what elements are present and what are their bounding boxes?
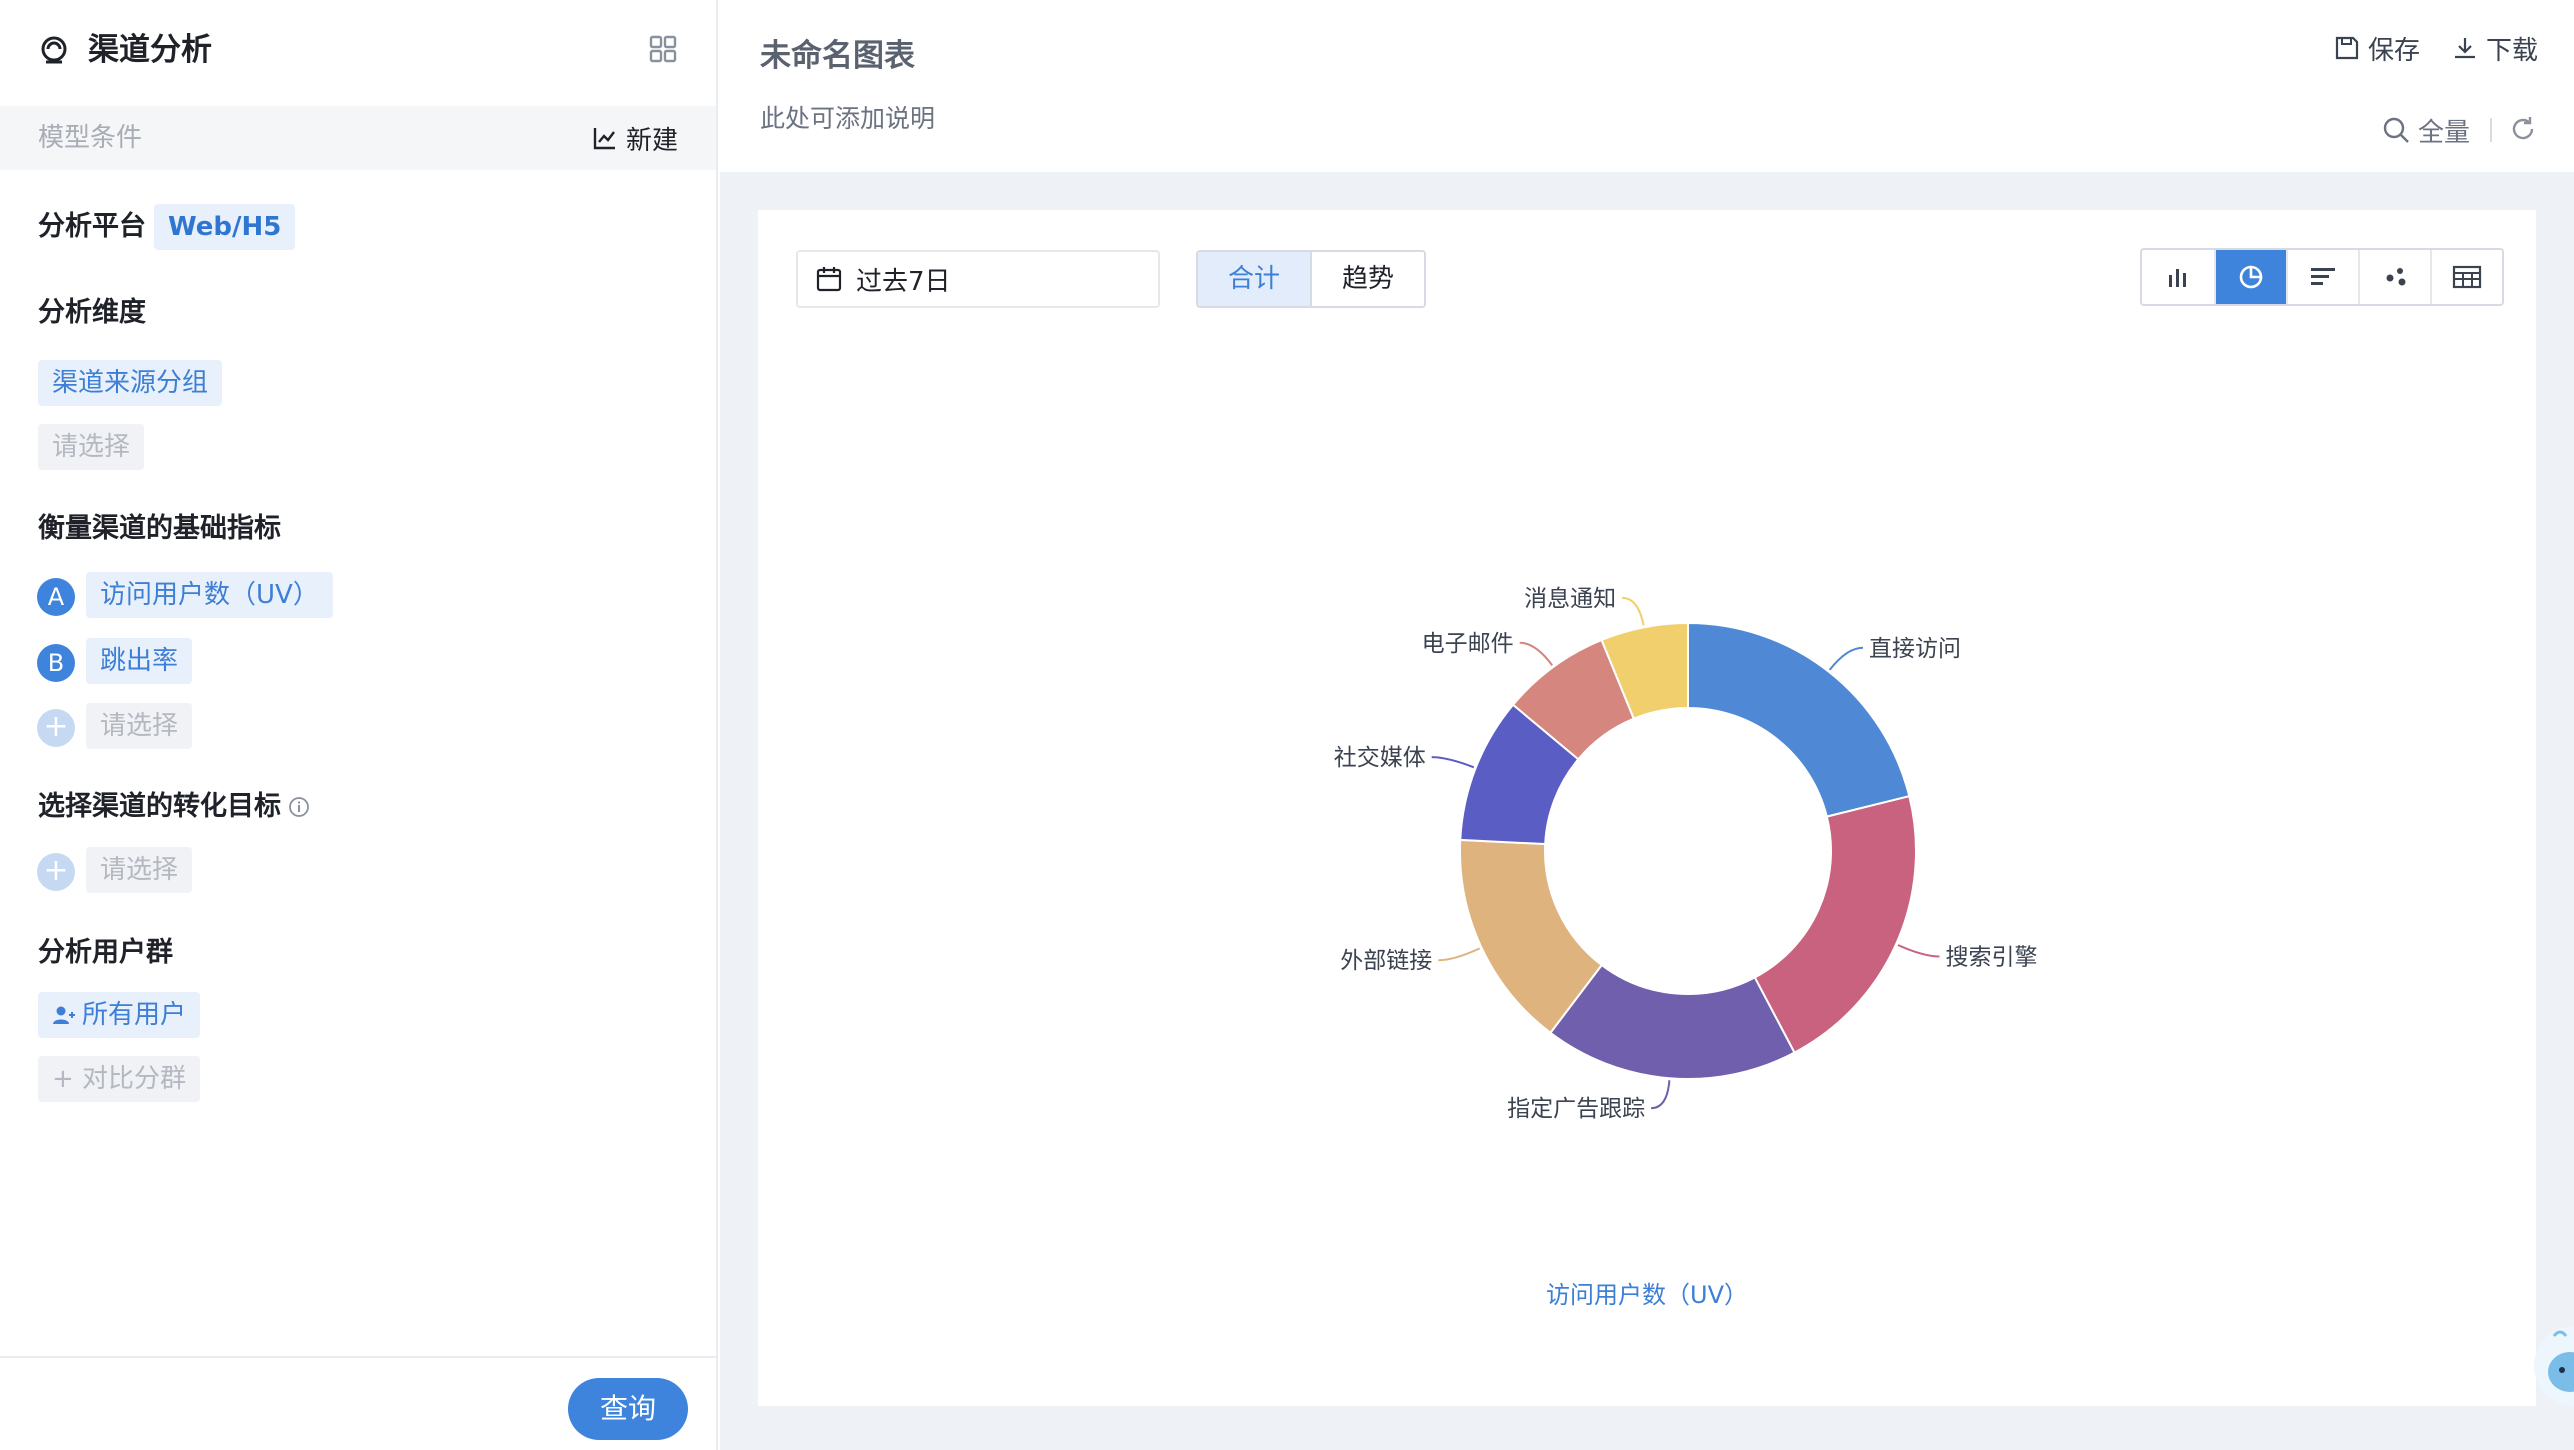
metric-b-badge: B (37, 644, 75, 682)
donut-chart: 直接访问搜索引擎指定广告跟踪 外部链接 社交媒体 电子邮件消息通知 (1334, 586, 2038, 1122)
save-label: 保存 (2368, 35, 2421, 66)
slice-label: 直接访问 (1869, 636, 1961, 662)
slice-label: 指定广告跟踪 (1507, 1096, 1645, 1122)
full-data-toggle[interactable]: 全量 (2382, 112, 2470, 148)
users-icon (53, 1006, 75, 1024)
metric-select[interactable]: 请选择 (86, 703, 193, 749)
slice-label: 搜索引擎 (1945, 944, 2037, 970)
donut-slice[interactable] (1753, 794, 1917, 1054)
metric-b-tag[interactable]: 跳出率 (86, 638, 193, 684)
platform-label: 分析平台 (38, 211, 146, 242)
chart-description[interactable]: 此处可添加说明 (760, 102, 935, 136)
sidebar-header: 渠道分析 (0, 0, 718, 104)
save-icon (2335, 36, 2359, 60)
header-divider (2490, 118, 2492, 142)
chart-card: 过去7日 合计 趋势 直接访问 搜索引擎 指定广告跟踪 外部链接 社交媒体 电子… (758, 210, 2536, 1406)
sidebar-footer: 查询 (0, 1356, 716, 1450)
refresh-icon[interactable] (2508, 114, 2538, 144)
slice-label: 消息通知 (1524, 586, 1616, 612)
slice-leader-line (1519, 641, 1554, 666)
metric-a-badge: A (37, 578, 75, 616)
info-icon[interactable] (288, 796, 310, 818)
slice-label: 社交媒体 (1334, 745, 1426, 771)
model-conditions-label: 模型条件 (38, 123, 143, 153)
new-button-label: 新建 (626, 125, 679, 156)
slice-leader-line (1651, 1080, 1671, 1110)
model-conditions-bar: 模型条件 新建 (0, 106, 716, 170)
compare-group-button[interactable]: + 对比分群 (38, 1056, 201, 1102)
slice-leader-line (1897, 944, 1940, 958)
grid-icon[interactable] (648, 34, 678, 64)
channel-analysis-icon (41, 36, 67, 64)
dimension-tag[interactable]: 渠道来源分组 (38, 360, 223, 406)
full-data-label: 全量 (2418, 117, 2471, 148)
slice-leader-line (1431, 756, 1475, 769)
slice-leader-line (1438, 947, 1481, 962)
metrics-label: 衡量渠道的基础指标 (38, 513, 281, 544)
slice-leader-line (1828, 646, 1864, 671)
download-icon (2455, 38, 2475, 59)
platform-tag[interactable]: Web/H5 (154, 204, 296, 250)
download-button[interactable]: 下载 (2452, 30, 2538, 66)
add-goal-icon[interactable]: + (37, 853, 75, 891)
save-button[interactable]: 保存 (2334, 30, 2420, 66)
new-chart-icon (593, 128, 615, 150)
slice-label: 电子邮件 (1422, 631, 1514, 657)
metric-a-tag[interactable]: 访问用户数（UV） (86, 572, 333, 618)
goal-label: 选择渠道的转化目标 (38, 791, 281, 822)
user-group-label: 分析用户群 (38, 937, 173, 968)
query-button[interactable]: 查询 (568, 1378, 688, 1440)
assistant-mascot-icon[interactable] (2526, 1316, 2574, 1416)
slice-label: 外部链接 (1340, 948, 1432, 974)
user-group-tag[interactable]: 所有用户 (38, 992, 201, 1038)
main-area: 未命名图表 此处可添加说明 保存 下载 全量 过去7日 合计 趋势 直接访问 搜… (720, 0, 2574, 1450)
new-button[interactable]: 新建 (592, 120, 678, 156)
left-panel: 渠道分析 模型条件 新建 分析平台 Web/H5 分析维度 渠道来源分组 请选择… (0, 0, 718, 1450)
user-group-name: 所有用户 (82, 1000, 187, 1030)
download-label: 下载 (2486, 35, 2539, 66)
chart-metric-label: 访问用户数（UV） (1546, 1281, 1748, 1309)
dimension-select[interactable]: 请选择 (38, 424, 145, 470)
slice-leader-line (1622, 596, 1645, 626)
goal-select[interactable]: 请选择 (86, 847, 193, 893)
dimension-label: 分析维度 (38, 297, 146, 328)
chart-header: 未命名图表 此处可添加说明 保存 下载 全量 (720, 0, 2574, 172)
sidebar-title: 渠道分析 (88, 32, 212, 68)
search-icon (2383, 117, 2409, 143)
chart-title[interactable]: 未命名图表 (760, 34, 915, 78)
add-metric-icon[interactable]: + (37, 709, 75, 747)
